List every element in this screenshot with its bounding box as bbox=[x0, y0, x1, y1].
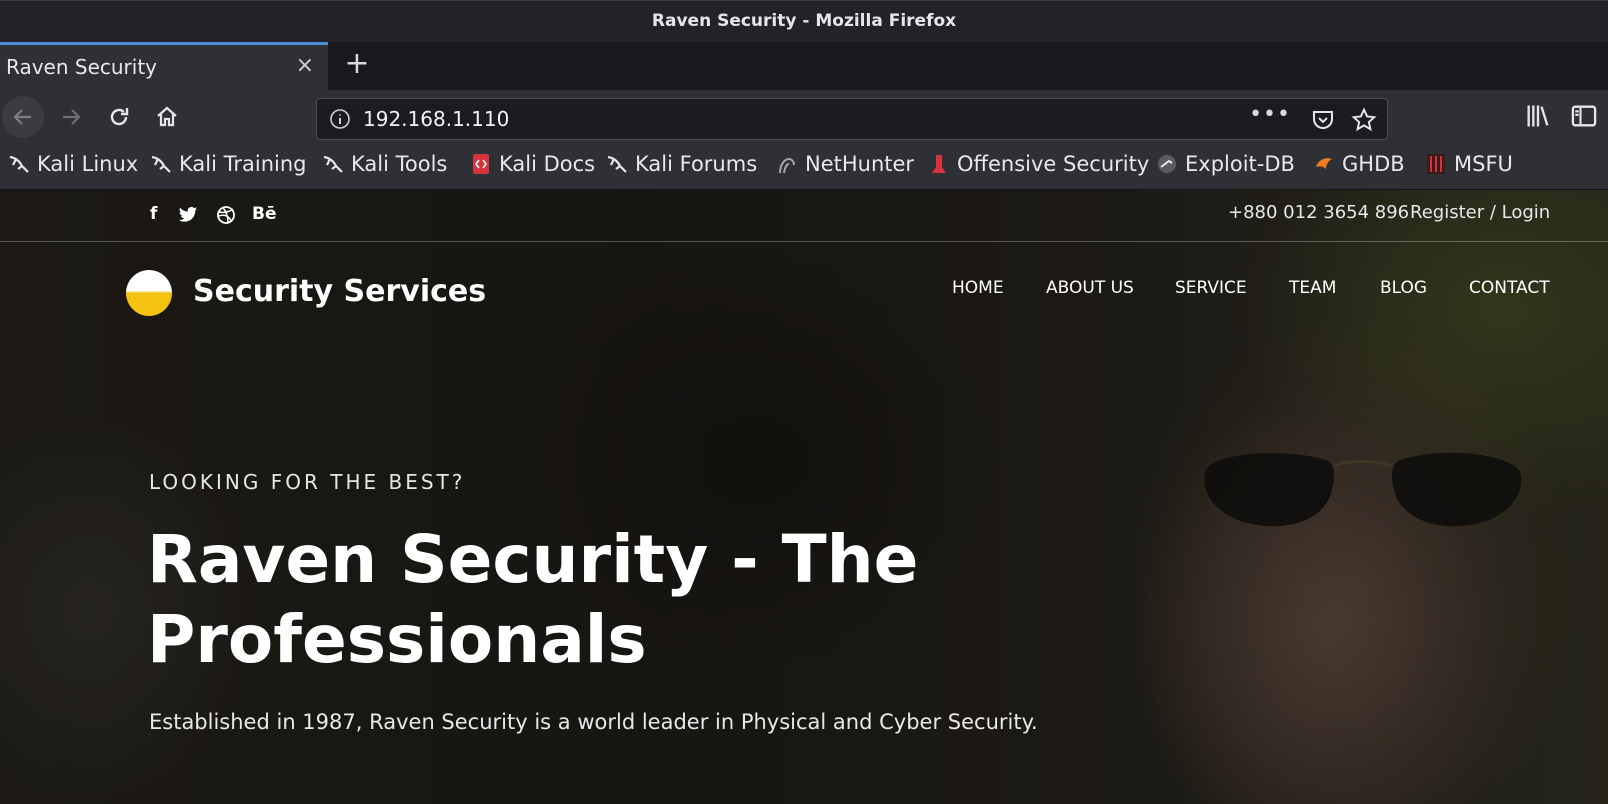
tab-strip: Raven Security × + bbox=[0, 42, 1608, 90]
facebook-icon[interactable]: f bbox=[150, 204, 157, 224]
bookmark-kali-tools[interactable]: Kali Tools bbox=[322, 152, 447, 176]
reload-button[interactable] bbox=[98, 96, 140, 138]
bookmark-star-icon[interactable] bbox=[1351, 107, 1377, 133]
hero-tagline: Established in 1987, Raven Security is a… bbox=[149, 710, 1038, 734]
bookmark-kali-forums[interactable]: Kali Forums bbox=[606, 152, 757, 176]
behance-icon[interactable]: Bē bbox=[252, 204, 277, 224]
bookmark-label: Kali Training bbox=[179, 152, 307, 176]
bookmark-label: MSFU bbox=[1454, 152, 1513, 176]
url-text[interactable]: 192.168.1.110 bbox=[363, 107, 509, 131]
tab-raven-security[interactable]: Raven Security × bbox=[0, 42, 328, 90]
kali-dragon-icon bbox=[151, 155, 171, 173]
navigation-toolbar: 192.168.1.110 ••• bbox=[0, 90, 1608, 144]
bookmark-label: Kali Docs bbox=[499, 152, 596, 176]
site-brand[interactable]: Security Services bbox=[193, 274, 486, 309]
reload-icon bbox=[110, 108, 129, 126]
home-icon bbox=[157, 106, 177, 127]
new-tab-button[interactable]: + bbox=[338, 46, 376, 84]
bookmark-label: Exploit-DB bbox=[1185, 152, 1295, 176]
phone-number[interactable]: +880 012 3654 896 bbox=[1228, 202, 1409, 223]
site-top-bar: f Bē +880 012 3654 896 Register / Login bbox=[0, 190, 1608, 242]
window-titlebar: Raven Security - Mozilla Firefox bbox=[0, 0, 1608, 42]
msfu-icon bbox=[1427, 154, 1445, 174]
nav-about-us[interactable]: ABOUT US bbox=[1046, 278, 1134, 298]
arrow-left-icon bbox=[13, 109, 31, 125]
tab-label: Raven Security bbox=[6, 55, 158, 79]
site-logo[interactable] bbox=[126, 270, 172, 316]
kali-docs-icon bbox=[473, 154, 489, 174]
bookmark-kali-docs[interactable]: Kali Docs bbox=[470, 152, 595, 176]
sidebar-icon[interactable] bbox=[1570, 102, 1598, 130]
window-title: Raven Security - Mozilla Firefox bbox=[651, 11, 957, 31]
nav-team[interactable]: TEAM bbox=[1289, 278, 1336, 298]
offsec-icon bbox=[932, 155, 946, 173]
bookmark-exploit-db[interactable]: Exploit-DB bbox=[1156, 152, 1295, 176]
bookmark-nethunter[interactable]: NetHunter bbox=[776, 152, 914, 176]
home-button[interactable] bbox=[146, 96, 188, 138]
hero-headline: Raven Security - The Professionals bbox=[147, 521, 919, 678]
site-info-icon[interactable] bbox=[329, 108, 351, 130]
forward-button[interactable] bbox=[50, 96, 92, 138]
register-login-link[interactable]: Register / Login bbox=[1410, 202, 1550, 223]
page-actions-icon[interactable]: ••• bbox=[1249, 102, 1291, 127]
address-bar[interactable]: 192.168.1.110 ••• bbox=[316, 98, 1388, 140]
bookmark-label: NetHunter bbox=[805, 152, 915, 176]
nav-blog[interactable]: BLOG bbox=[1380, 278, 1427, 298]
nav-service[interactable]: SERVICE bbox=[1175, 278, 1247, 298]
back-button[interactable] bbox=[2, 96, 44, 138]
library-icon[interactable] bbox=[1524, 102, 1552, 130]
pocket-icon[interactable] bbox=[1311, 108, 1335, 132]
bookmark-kali-linux[interactable]: Kali Linux bbox=[8, 152, 138, 176]
bookmark-kali-training[interactable]: Kali Training bbox=[150, 152, 306, 176]
bookmark-msfu[interactable]: MSFU bbox=[1425, 152, 1513, 176]
nav-contact[interactable]: CONTACT bbox=[1469, 278, 1550, 298]
close-tab-icon[interactable]: × bbox=[296, 53, 314, 78]
bookmark-label: Offensive Security bbox=[957, 152, 1150, 176]
twitter-icon[interactable] bbox=[178, 206, 198, 224]
ghdb-icon bbox=[1316, 158, 1332, 169]
dribbble-icon[interactable] bbox=[216, 205, 236, 225]
nethunter-icon bbox=[779, 157, 795, 174]
arrow-right-icon bbox=[63, 109, 81, 125]
hero-eyebrow: LOOKING FOR THE BEST? bbox=[149, 470, 466, 494]
kali-dragon-icon bbox=[607, 155, 627, 173]
kali-dragon-icon bbox=[9, 155, 29, 173]
nav-home[interactable]: HOME bbox=[952, 278, 1004, 298]
exploitdb-icon bbox=[1158, 155, 1176, 173]
bookmark-offensive-security[interactable]: Offensive Security bbox=[928, 152, 1149, 176]
kali-dragon-icon bbox=[323, 155, 343, 173]
bookmark-label: Kali Linux bbox=[37, 152, 139, 176]
bookmark-label: Kali Forums bbox=[635, 152, 758, 176]
bookmark-ghdb[interactable]: GHDB bbox=[1313, 152, 1405, 176]
page-content: f Bē +880 012 3654 896 Register / Login … bbox=[0, 190, 1608, 804]
bookmark-label: GHDB bbox=[1342, 152, 1405, 176]
bookmarks-toolbar: Kali Linux Kali Training Kali Tools Kali… bbox=[0, 144, 1608, 190]
bookmark-label: Kali Tools bbox=[351, 152, 448, 176]
